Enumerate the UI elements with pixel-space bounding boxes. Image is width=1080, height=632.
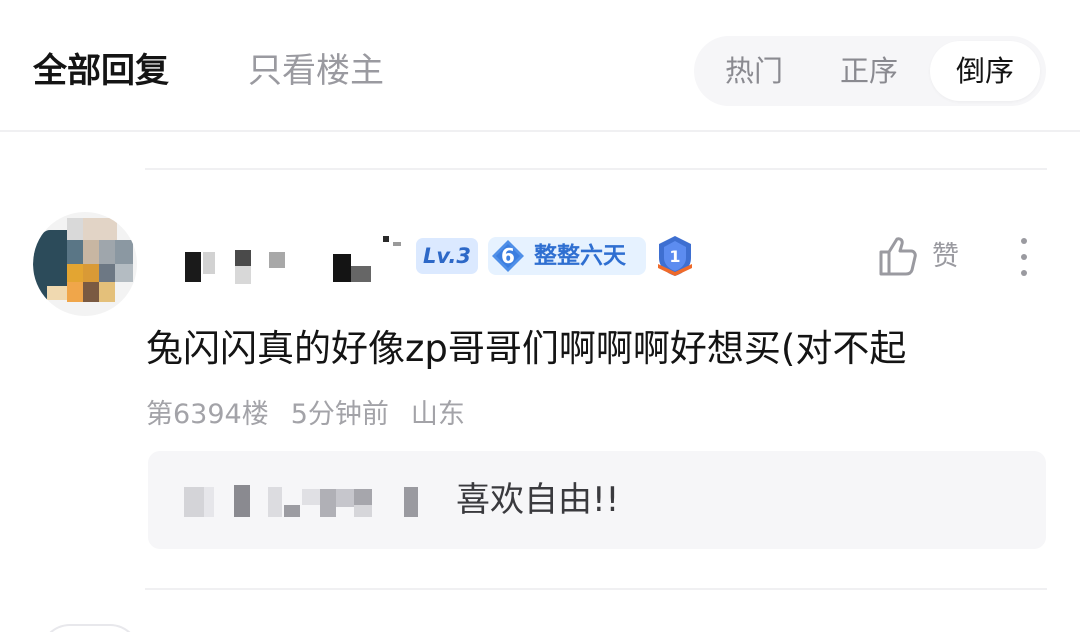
sort-ascending-button[interactable]: 正序	[819, 41, 919, 101]
floor-number: 第6394楼	[146, 399, 269, 430]
reply-filter-bar: 全部回复 只看楼主 热门 正序 倒序	[0, 0, 1080, 132]
days-label: 整整六天	[534, 243, 626, 269]
rank-shield-icon: 1	[654, 234, 696, 278]
thumbs-up-icon	[879, 237, 917, 276]
avatar[interactable]	[33, 212, 137, 316]
reply-text: 喜欢自由!!	[456, 480, 620, 520]
days-diamond-icon: 6	[490, 238, 526, 274]
comment-meta: 第6394楼 5分钟前 山东	[146, 395, 487, 435]
days-badge: 6 整整六天	[488, 237, 646, 275]
reply-username-pixelated[interactable]	[184, 483, 424, 519]
comment-text: 兔闪闪真的好像zp哥哥们啊啊啊好想买(对不起	[146, 327, 907, 370]
sub-reply-box[interactable]: 喜欢自由!!	[148, 451, 1046, 549]
divider	[145, 168, 1047, 170]
tab-all-replies[interactable]: 全部回复	[33, 48, 169, 94]
days-number: 6	[501, 244, 515, 268]
next-comment-avatar[interactable]	[40, 624, 140, 632]
level-badge: Lv.3	[416, 238, 478, 274]
post-time: 5分钟前	[290, 399, 389, 430]
like-button[interactable]: 赞	[876, 234, 976, 280]
like-label: 赞	[932, 241, 959, 272]
tab-owner-only[interactable]: 只看楼主	[248, 48, 384, 94]
ip-location: 山东	[410, 399, 465, 430]
sort-toggle-group: 热门 正序 倒序	[694, 36, 1046, 106]
sort-hot-button[interactable]: 热门	[704, 41, 804, 101]
sort-descending-button[interactable]: 倒序	[930, 41, 1040, 101]
username-pixelated[interactable]	[183, 230, 405, 290]
rank-number: 1	[669, 247, 680, 266]
divider	[145, 588, 1047, 590]
more-vertical-icon[interactable]	[1006, 234, 1042, 280]
